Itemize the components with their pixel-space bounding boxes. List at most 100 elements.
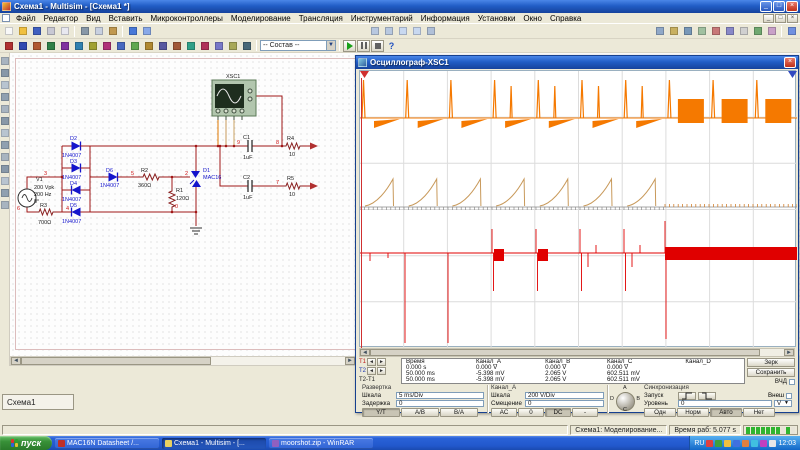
menu-item-5[interactable]: Моделирование bbox=[227, 14, 295, 23]
timebase-delay-field[interactable]: 0 bbox=[396, 400, 484, 407]
menu-item-4[interactable]: Микроконтроллеры bbox=[147, 14, 227, 23]
minimize-button[interactable]: _ bbox=[760, 1, 772, 12]
taskbar-task-2[interactable]: moorshot.zip - WinRAR bbox=[269, 438, 373, 449]
coupling-ac-button[interactable]: AC bbox=[491, 408, 517, 417]
print-preview-icon[interactable] bbox=[58, 25, 71, 37]
oscilloscope-close-button[interactable]: × bbox=[784, 57, 796, 68]
tray-icon-0[interactable] bbox=[706, 440, 713, 447]
trigger-level-field[interactable]: 0 bbox=[678, 400, 772, 407]
tray-icon-1[interactable] bbox=[715, 440, 722, 447]
coupling-0-button[interactable]: 0 bbox=[518, 408, 544, 417]
scroll-right-icon[interactable]: ► bbox=[345, 357, 355, 365]
grapher-icon[interactable] bbox=[709, 25, 722, 37]
left-tool-icon-8[interactable] bbox=[1, 153, 9, 161]
left-tool-icon-5[interactable] bbox=[1, 117, 9, 125]
menu-item-3[interactable]: Вставить bbox=[105, 14, 147, 23]
scroll-left-icon[interactable]: ◄ bbox=[360, 349, 370, 356]
menu-item-10[interactable]: Окно bbox=[519, 14, 546, 23]
copy-icon[interactable] bbox=[92, 25, 105, 37]
tray-icon-7[interactable] bbox=[769, 440, 776, 447]
menu-item-8[interactable]: Информация bbox=[417, 14, 474, 23]
timebase-mode-a-b-button[interactable]: A/B bbox=[401, 408, 439, 417]
canvas-horizontal-scrollbar[interactable]: ◄ ► bbox=[10, 356, 356, 366]
scroll-left-icon[interactable]: ◄ bbox=[11, 357, 21, 365]
cut-icon[interactable] bbox=[78, 25, 91, 37]
oscilloscope-scrollbar[interactable]: ◄ ► bbox=[359, 348, 795, 357]
reverse-button[interactable]: Зерк bbox=[747, 358, 795, 367]
falling-edge-button[interactable] bbox=[698, 392, 716, 400]
stop-button[interactable] bbox=[371, 40, 384, 52]
help-button[interactable]: ? bbox=[385, 40, 398, 52]
zoom-window-icon[interactable] bbox=[397, 25, 410, 37]
zoom-fit-icon[interactable] bbox=[411, 25, 424, 37]
cursor-left-button[interactable]: ◄ bbox=[367, 358, 376, 366]
timebase-mode-y-t-button[interactable]: Y/T bbox=[362, 408, 400, 417]
save-icon[interactable] bbox=[30, 25, 43, 37]
new-icon[interactable] bbox=[2, 25, 15, 37]
tray-icon-3[interactable] bbox=[733, 440, 740, 447]
zoom-out-icon[interactable] bbox=[383, 25, 396, 37]
misc-group-icon[interactable] bbox=[156, 40, 169, 52]
print-icon[interactable] bbox=[44, 25, 57, 37]
cursor-right-button[interactable]: ► bbox=[377, 358, 386, 366]
scroll-right-icon[interactable]: ► bbox=[784, 349, 794, 356]
misc-digital-group-icon[interactable] bbox=[100, 40, 113, 52]
oscilloscope-title-bar[interactable]: Осциллограф-XSC1 × bbox=[356, 56, 798, 69]
tray-icon-4[interactable] bbox=[742, 440, 749, 447]
trigger-level-unit[interactable]: V▼ bbox=[774, 400, 792, 407]
left-tool-icon-3[interactable] bbox=[1, 93, 9, 101]
undo-icon[interactable] bbox=[126, 25, 139, 37]
component-wizard-icon[interactable] bbox=[695, 25, 708, 37]
save-button[interactable]: Сохранить bbox=[747, 368, 795, 377]
ttl-group-icon[interactable] bbox=[72, 40, 85, 52]
left-tool-icon-0[interactable] bbox=[1, 57, 9, 65]
timebase-scale-field[interactable]: 5 ms/Div bbox=[396, 392, 484, 399]
capture-area-icon[interactable] bbox=[751, 25, 764, 37]
timebase-mode-b-a-button[interactable]: B/A bbox=[440, 408, 478, 417]
left-tool-icon-12[interactable] bbox=[1, 201, 9, 209]
electromech-group-icon[interactable] bbox=[198, 40, 211, 52]
menu-item-1[interactable]: Редактор bbox=[40, 14, 82, 23]
transistor-group-icon[interactable] bbox=[44, 40, 57, 52]
maximize-button[interactable]: □ bbox=[773, 1, 785, 12]
menu-item-7[interactable]: Инструментарий bbox=[347, 14, 417, 23]
mdi-minimize-button[interactable]: _ bbox=[763, 14, 774, 23]
cursor-right-button[interactable]: ► bbox=[377, 367, 386, 375]
sheet-tab-panel[interactable]: Схема1 bbox=[2, 394, 74, 410]
zoom-full-icon[interactable] bbox=[425, 25, 438, 37]
mdi-close-button[interactable]: × bbox=[787, 14, 798, 23]
trigger-ext-checkbox[interactable] bbox=[786, 393, 792, 399]
ni-group-icon[interactable] bbox=[212, 40, 225, 52]
oscilloscope-window[interactable]: Осциллограф-XSC1 × ◄ ► T1◄►T2◄►T2-T1 Вре… bbox=[355, 55, 799, 413]
close-button[interactable]: × bbox=[786, 1, 798, 12]
channel-offset-field[interactable]: 0 bbox=[525, 400, 604, 407]
mcu-group-icon[interactable] bbox=[240, 40, 253, 52]
left-tool-icon-9[interactable] bbox=[1, 165, 9, 173]
cursor-left-button[interactable]: ◄ bbox=[367, 367, 376, 375]
connector-group-icon[interactable] bbox=[226, 40, 239, 52]
source-group-icon[interactable] bbox=[2, 40, 15, 52]
channel-scale-field[interactable]: 200 V/Div bbox=[525, 392, 604, 399]
left-tool-icon-7[interactable] bbox=[1, 141, 9, 149]
in-use-list-combo[interactable]: -- Состав -- ▼ bbox=[260, 40, 336, 51]
taskbar-task-1[interactable]: Схема1 - Multisim - [... bbox=[162, 438, 266, 449]
trigger-mode-норм-button[interactable]: Норм bbox=[677, 408, 709, 417]
mixed-group-icon[interactable] bbox=[114, 40, 127, 52]
menu-item-9[interactable]: Установки bbox=[474, 14, 520, 23]
menu-item-11[interactable]: Справка bbox=[546, 14, 585, 23]
help-icon[interactable] bbox=[785, 25, 798, 37]
tray-icon-6[interactable] bbox=[760, 440, 767, 447]
pause-button[interactable] bbox=[357, 40, 370, 52]
tray-icon-2[interactable] bbox=[724, 440, 731, 447]
ext-trigger-checkbox[interactable] bbox=[789, 379, 795, 385]
zoom-in-icon[interactable] bbox=[369, 25, 382, 37]
coupling---button[interactable]: - bbox=[572, 408, 598, 417]
project-bar-icon[interactable] bbox=[653, 25, 666, 37]
left-tool-icon-2[interactable] bbox=[1, 81, 9, 89]
paste-icon[interactable] bbox=[106, 25, 119, 37]
postprocessor-icon[interactable] bbox=[723, 25, 736, 37]
basic-group-icon[interactable] bbox=[16, 40, 29, 52]
left-tool-icon-11[interactable] bbox=[1, 189, 9, 197]
spreadsheet-icon[interactable] bbox=[667, 25, 680, 37]
cmos-group-icon[interactable] bbox=[86, 40, 99, 52]
